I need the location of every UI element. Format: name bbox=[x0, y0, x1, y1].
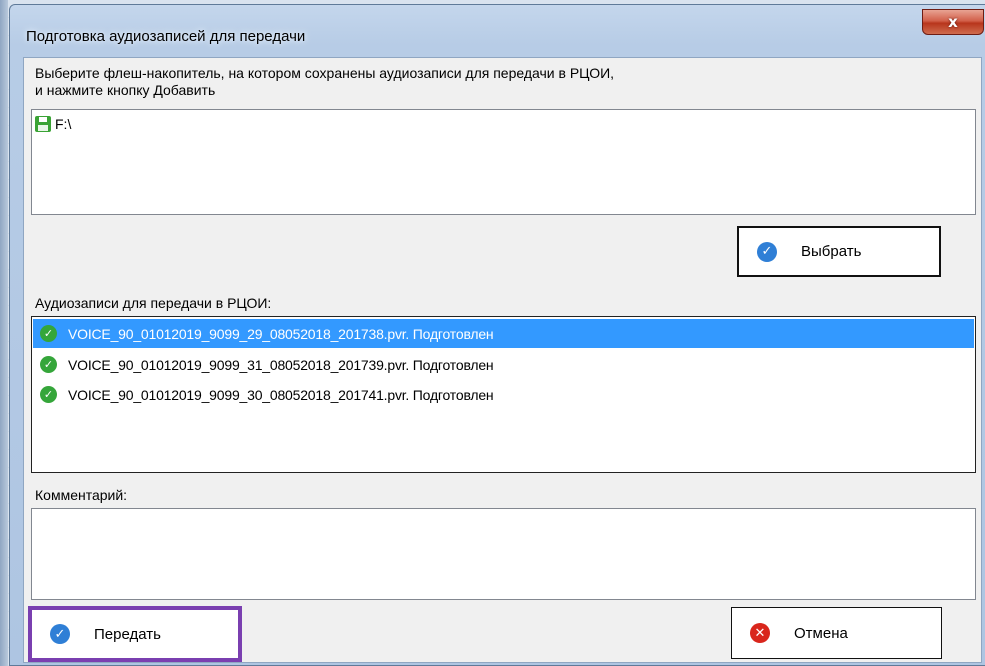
select-button[interactable]: ✓ Выбрать bbox=[737, 226, 941, 277]
send-button[interactable]: ✓ Передать bbox=[28, 606, 242, 662]
comment-input[interactable] bbox=[31, 508, 976, 600]
dialog-content: Выберите флеш-накопитель, на котором сох… bbox=[23, 57, 982, 663]
recording-name: VOICE_90_01012019_9099_30_08052018_20174… bbox=[68, 386, 494, 403]
send-button-label: Передать bbox=[94, 625, 161, 643]
dialog-window: Подготовка аудиозаписей для передачи x В… bbox=[9, 4, 985, 666]
close-icon: x bbox=[948, 13, 958, 31]
comment-label: Комментарий: bbox=[35, 487, 128, 503]
cancel-button-label: Отмена bbox=[794, 624, 848, 642]
cancel-icon: ✕ bbox=[750, 623, 770, 643]
check-circle-icon: ✓ bbox=[757, 241, 777, 262]
recording-name: VOICE_90_01012019_9099_31_08052018_20173… bbox=[68, 356, 494, 373]
green-check-icon: ✓ bbox=[40, 356, 57, 373]
close-button[interactable]: x bbox=[922, 9, 984, 35]
cancel-button[interactable]: ✕ Отмена bbox=[731, 607, 942, 659]
recordings-label: Аудиозаписи для передачи в РЦОИ: bbox=[35, 295, 272, 311]
drive-label: F:\ bbox=[55, 116, 72, 132]
instruction-line-2: и нажмите кнопку Добавить bbox=[35, 82, 216, 98]
select-button-label: Выбрать bbox=[801, 243, 862, 260]
drive-list[interactable]: F:\ bbox=[31, 109, 976, 215]
green-check-icon: ✓ bbox=[40, 325, 57, 342]
title-bar[interactable]: Подготовка аудиозаписей для передачи x bbox=[10, 5, 985, 57]
instruction-line-1: Выберите флеш-накопитель, на котором сох… bbox=[35, 65, 615, 81]
list-item[interactable]: ✓ VOICE_90_01012019_9099_29_08052018_201… bbox=[33, 319, 974, 348]
green-check-icon: ✓ bbox=[40, 386, 57, 403]
window-title: Подготовка аудиозаписей для передачи bbox=[26, 28, 306, 45]
floppy-icon bbox=[35, 116, 51, 132]
background-edge bbox=[0, 0, 8, 666]
recording-name: VOICE_90_01012019_9099_29_08052018_20173… bbox=[68, 325, 494, 342]
list-item[interactable]: ✓ VOICE_90_01012019_9099_30_08052018_201… bbox=[33, 380, 974, 409]
check-circle-icon: ✓ bbox=[50, 624, 70, 644]
drive-item[interactable]: F:\ bbox=[35, 116, 71, 132]
recordings-list[interactable]: ✓ VOICE_90_01012019_9099_29_08052018_201… bbox=[31, 316, 976, 473]
list-item[interactable]: ✓ VOICE_90_01012019_9099_31_08052018_201… bbox=[33, 350, 974, 379]
